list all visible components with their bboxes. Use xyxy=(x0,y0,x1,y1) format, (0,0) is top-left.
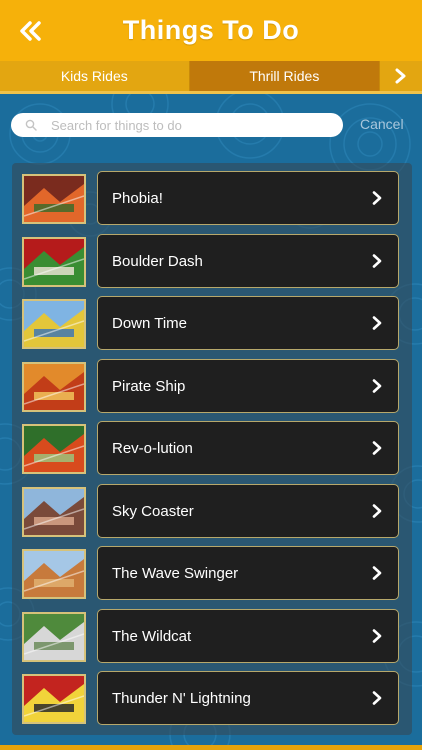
ride-thumbnail[interactable] xyxy=(22,612,86,662)
search-icon xyxy=(25,119,37,131)
cancel-button[interactable]: Cancel xyxy=(360,116,404,132)
ride-label: Down Time xyxy=(112,314,188,332)
ride-thumbnail[interactable] xyxy=(22,674,86,724)
page-title: Things To Do xyxy=(122,15,300,45)
ride-thumbnail[interactable] xyxy=(22,299,86,349)
tab-thrill-rides[interactable]: Thrill Rides xyxy=(189,61,380,91)
tab-next-button[interactable] xyxy=(379,61,422,91)
list-item[interactable]: Pirate Ship xyxy=(22,359,412,415)
chevron-right-icon xyxy=(372,629,382,643)
ride-button[interactable]: The Wildcat xyxy=(97,609,399,663)
ride-thumbnail[interactable] xyxy=(22,237,86,287)
double-chevron-left-icon xyxy=(20,21,41,41)
chevron-right-icon xyxy=(372,566,382,580)
back-button[interactable] xyxy=(14,14,48,48)
ride-label: Pirate Ship xyxy=(112,377,186,395)
list-item[interactable]: Thunder N' Lightning xyxy=(22,671,412,727)
ride-button[interactable]: Down Time xyxy=(97,296,399,350)
list-item[interactable]: Sky Coaster xyxy=(22,484,412,540)
list-item[interactable]: The Wave Swinger xyxy=(22,546,412,602)
ride-label: Boulder Dash xyxy=(112,252,203,270)
ride-thumbnail[interactable] xyxy=(22,174,86,224)
ride-label: The Wave Swinger xyxy=(112,564,239,582)
list-item[interactable]: Down Time xyxy=(22,296,412,352)
ride-thumbnail[interactable] xyxy=(22,362,86,412)
ride-button[interactable]: The Wave Swinger xyxy=(97,546,399,600)
ride-button[interactable]: Sky Coaster xyxy=(97,484,399,538)
chevron-right-icon xyxy=(372,504,382,518)
list-item[interactable]: Rev-o-lution xyxy=(22,421,412,477)
search-row: Cancel xyxy=(11,113,411,137)
ride-label: Thunder N' Lightning xyxy=(112,689,251,707)
chevron-right-icon xyxy=(372,191,382,205)
ride-button[interactable]: Boulder Dash xyxy=(97,234,399,288)
chevron-right-icon xyxy=(372,691,382,705)
bottom-bar xyxy=(0,745,422,750)
ride-thumbnail[interactable] xyxy=(22,487,86,537)
rides-panel: Phobia! Boulder Dash Down Time Pirate Ship R… xyxy=(12,163,412,735)
ride-label: Rev-o-lution xyxy=(112,439,193,457)
ride-label: The Wildcat xyxy=(112,627,192,645)
ride-button[interactable]: Phobia! xyxy=(97,171,399,225)
ride-button[interactable]: Thunder N' Lightning xyxy=(97,671,399,725)
ride-button[interactable]: Rev-o-lution xyxy=(97,421,399,475)
ride-thumbnail[interactable] xyxy=(22,549,86,599)
list-item[interactable]: Phobia! xyxy=(22,171,412,227)
search-box[interactable] xyxy=(11,113,343,137)
ride-button[interactable]: Pirate Ship xyxy=(97,359,399,413)
chevron-right-icon xyxy=(372,254,382,268)
tab-bar: Kids Rides Thrill Rides xyxy=(0,61,422,91)
list-item[interactable]: The Wildcat xyxy=(22,609,412,665)
chevron-right-icon xyxy=(372,441,382,455)
chevron-right-icon xyxy=(395,68,406,84)
header-bar: Things To Do xyxy=(0,0,422,61)
chevron-right-icon xyxy=(372,379,382,393)
list-item[interactable]: Boulder Dash xyxy=(22,234,412,290)
search-input[interactable] xyxy=(49,116,313,134)
ride-label: Phobia! xyxy=(112,189,163,207)
tab-kids-rides[interactable]: Kids Rides xyxy=(0,61,190,91)
ride-label: Sky Coaster xyxy=(112,502,194,520)
ride-thumbnail[interactable] xyxy=(22,424,86,474)
chevron-right-icon xyxy=(372,316,382,330)
